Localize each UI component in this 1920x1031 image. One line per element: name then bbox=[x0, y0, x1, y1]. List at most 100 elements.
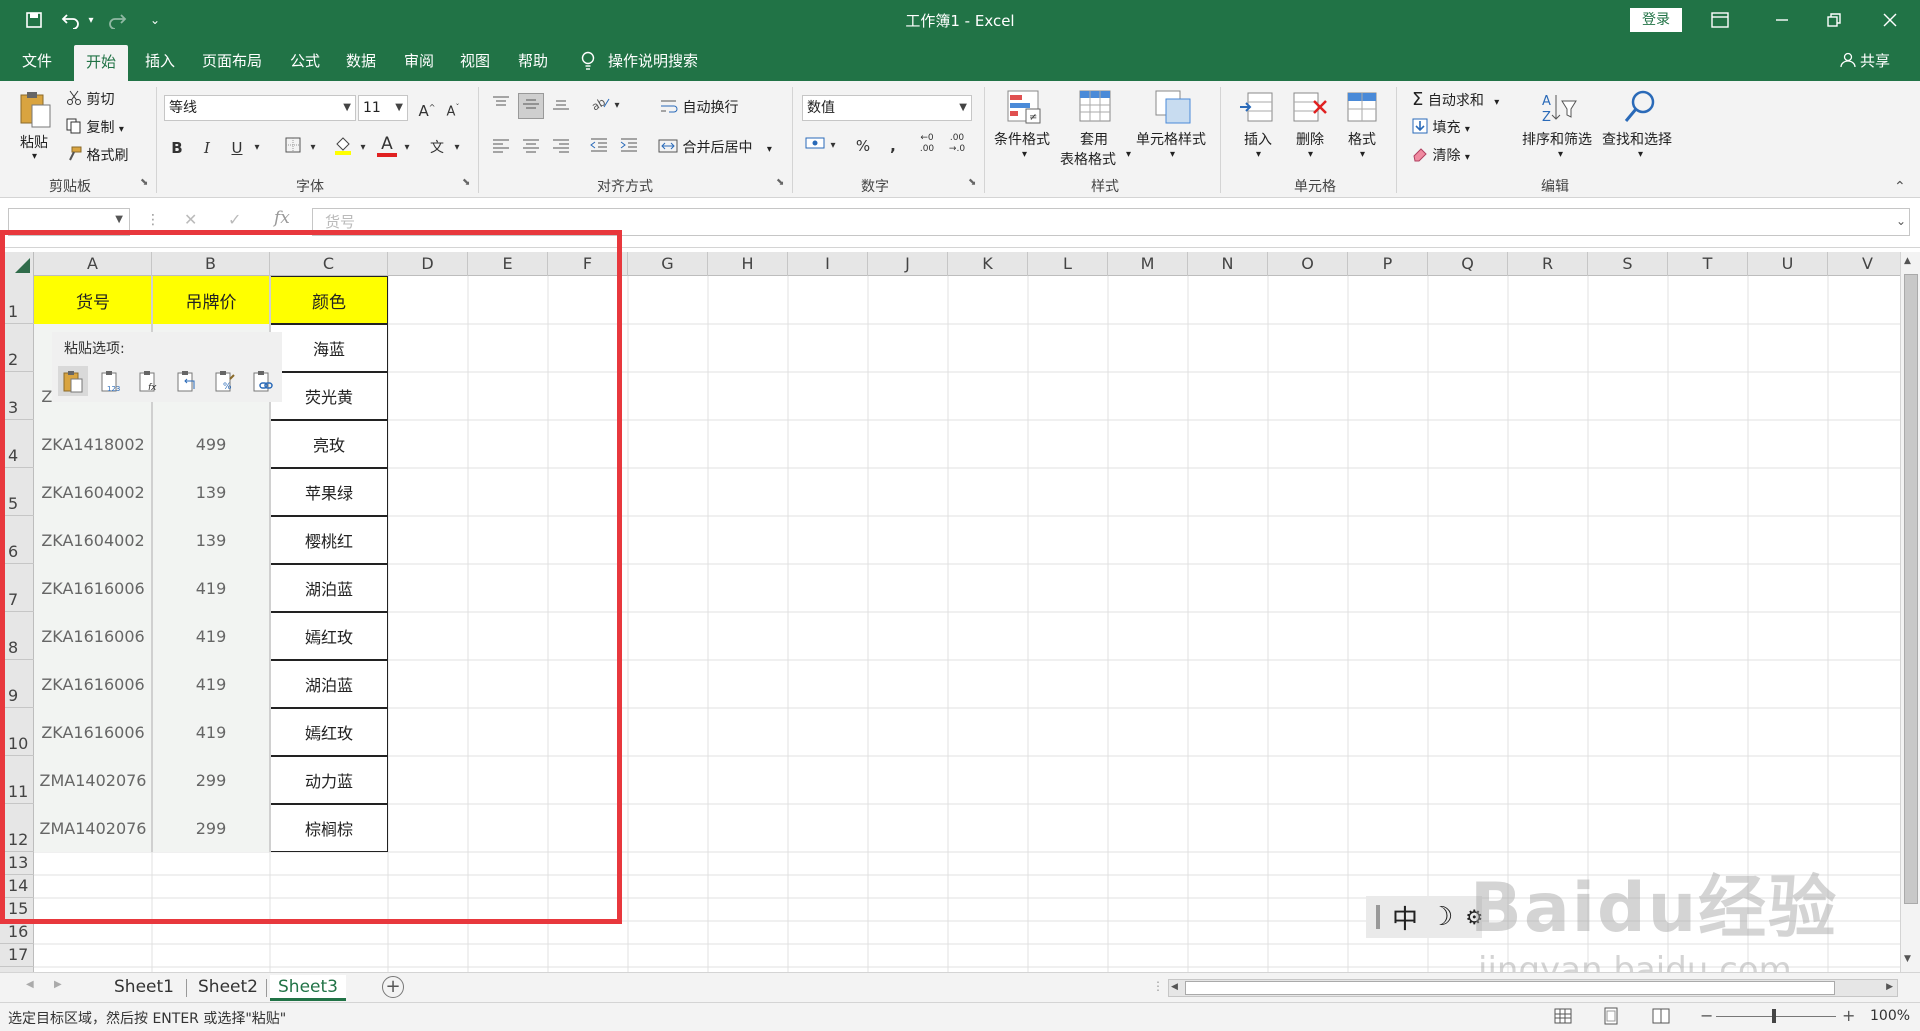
cell-styles-button[interactable]: 单元格样式 bbox=[1136, 129, 1206, 149]
prev-sheet-icon[interactable]: ◀ bbox=[26, 979, 34, 990]
sheet-tab-1[interactable]: Sheet1 bbox=[106, 975, 182, 1001]
zoom-slider-thumb[interactable] bbox=[1772, 1009, 1776, 1023]
fill-button[interactable]: 填充 ▾ bbox=[1412, 117, 1470, 138]
tab-page-layout[interactable]: 页面布局 bbox=[202, 50, 262, 72]
delete-cells-button[interactable]: 删除 bbox=[1296, 129, 1324, 149]
increase-indent-icon[interactable] bbox=[616, 135, 642, 161]
add-sheet-icon[interactable]: + bbox=[382, 976, 404, 998]
font-launcher-icon[interactable]: ⬊ bbox=[462, 177, 470, 188]
login-button[interactable]: 登录 bbox=[1630, 8, 1682, 32]
table-cell[interactable]: 海蓝 bbox=[270, 324, 388, 372]
scroll-up-icon[interactable]: ▲ bbox=[1904, 256, 1911, 266]
paste-transpose-icon[interactable] bbox=[172, 366, 202, 396]
zoom-in-icon[interactable]: + bbox=[1842, 1006, 1855, 1025]
font-size-select[interactable]: 11 ▼ bbox=[358, 95, 408, 121]
ime-mode-toggle[interactable]: 中 bbox=[1392, 899, 1418, 936]
table-cell[interactable]: 棕榈棕 bbox=[270, 804, 388, 852]
decrease-decimal-icon[interactable]: .00 →.0 bbox=[944, 133, 970, 159]
format-as-table-line1[interactable]: 套用 bbox=[1080, 129, 1108, 149]
number-format-select[interactable]: 数值 ▼ bbox=[802, 95, 972, 121]
table-cell[interactable]: ZKA1616006 bbox=[34, 708, 152, 756]
table-cell[interactable]: 299 bbox=[152, 756, 270, 804]
next-sheet-icon[interactable]: ▶ bbox=[54, 979, 62, 990]
name-box[interactable]: ▼ bbox=[8, 208, 130, 236]
insert-cells-button[interactable]: 插入 bbox=[1244, 129, 1272, 149]
close-icon[interactable] bbox=[1878, 8, 1902, 32]
format-dropdown-icon[interactable]: ▾ bbox=[1360, 149, 1365, 160]
autosum-dropdown-icon[interactable]: ▾ bbox=[1494, 97, 1499, 108]
vertical-scrollbar[interactable]: ▲ ▼ bbox=[1900, 252, 1920, 972]
collapse-ribbon-icon[interactable]: ⌃ bbox=[1894, 179, 1906, 195]
tab-help[interactable]: 帮助 bbox=[518, 50, 548, 72]
paste-formulas-icon[interactable]: fx bbox=[134, 366, 164, 396]
tab-view[interactable]: 视图 bbox=[460, 50, 490, 72]
header-cell[interactable]: 吊牌价 bbox=[152, 276, 270, 324]
alignment-launcher-icon[interactable]: ⬊ bbox=[776, 177, 784, 188]
paste-all-icon[interactable] bbox=[58, 366, 88, 396]
header-cell[interactable]: 颜色 bbox=[270, 276, 388, 324]
tab-splitter-icon[interactable]: ⋮ bbox=[1152, 979, 1164, 993]
table-cell[interactable]: 419 bbox=[152, 708, 270, 756]
conditional-format-button[interactable]: 条件格式 bbox=[994, 129, 1050, 149]
accounting-dropdown-icon[interactable]: ▾ bbox=[826, 133, 840, 159]
clear-button[interactable]: 清除 ▾ bbox=[1412, 145, 1470, 166]
format-as-table-dropdown-icon[interactable]: ▾ bbox=[1126, 149, 1131, 160]
gear-icon[interactable]: ⚙ bbox=[1465, 905, 1483, 929]
cell-styles-icon[interactable] bbox=[1154, 89, 1194, 129]
font-color-icon[interactable]: A bbox=[374, 131, 400, 157]
zoom-slider[interactable] bbox=[1716, 1016, 1836, 1017]
ribbon-display-options-icon[interactable] bbox=[1708, 8, 1732, 32]
header-cell[interactable]: 货号 bbox=[34, 276, 152, 324]
table-cell[interactable]: ZMA1402076 bbox=[34, 756, 152, 804]
align-middle-icon[interactable] bbox=[518, 93, 544, 119]
underline-icon[interactable]: U bbox=[224, 135, 250, 161]
merge-dropdown-icon[interactable]: ▾ bbox=[767, 144, 772, 155]
cut-button[interactable]: 剪切 bbox=[66, 89, 114, 110]
table-cell[interactable]: 139 bbox=[152, 516, 270, 564]
wrap-text-button[interactable]: 自动换行 bbox=[660, 97, 738, 118]
align-center-icon[interactable] bbox=[518, 135, 544, 161]
table-cell[interactable]: 299 bbox=[152, 804, 270, 852]
table-cell[interactable]: 湖泊蓝 bbox=[270, 564, 388, 612]
fill-color-icon[interactable] bbox=[330, 135, 356, 161]
moon-icon[interactable]: ☽ bbox=[1430, 902, 1453, 932]
format-as-table-icon[interactable] bbox=[1078, 89, 1114, 129]
table-cells[interactable]: 货号吊牌价颜色Z海蓝ZKA1418002399荧光黄ZKA1418002499亮… bbox=[0, 252, 1900, 972]
paste-link-icon[interactable] bbox=[248, 366, 278, 396]
autosum-button[interactable]: Σ 自动求和 ▾ bbox=[1412, 89, 1499, 110]
comma-style-icon[interactable]: , bbox=[880, 133, 906, 159]
copy-dropdown-icon[interactable]: ▾ bbox=[119, 124, 124, 135]
tell-me-search[interactable]: 操作说明搜索 bbox=[608, 50, 698, 71]
table-cell[interactable]: 419 bbox=[152, 612, 270, 660]
fill-dropdown-icon[interactable]: ▾ bbox=[1465, 124, 1470, 135]
table-cell[interactable]: ZKA1418002 bbox=[34, 420, 152, 468]
paste-button[interactable]: 粘贴 bbox=[20, 132, 48, 152]
paste-formatting-icon[interactable]: % bbox=[210, 366, 240, 396]
copy-button[interactable]: 复制 ▾ bbox=[66, 117, 124, 138]
insert-cells-icon[interactable] bbox=[1238, 89, 1274, 129]
format-as-table-line2[interactable]: 表格格式 bbox=[1060, 149, 1116, 169]
table-cell[interactable]: 亮玫 bbox=[270, 420, 388, 468]
scroll-right-icon[interactable]: ▶ bbox=[1886, 982, 1893, 992]
format-cells-button[interactable]: 格式 bbox=[1348, 129, 1376, 149]
tab-home[interactable]: 开始 bbox=[74, 45, 129, 81]
sheet-tab-2[interactable]: Sheet2 bbox=[190, 975, 266, 1001]
accounting-format-icon[interactable] bbox=[802, 133, 828, 159]
delete-dropdown-icon[interactable]: ▾ bbox=[1308, 149, 1313, 160]
table-cell[interactable]: ZKA1616006 bbox=[34, 612, 152, 660]
conditional-format-dropdown-icon[interactable]: ▾ bbox=[1022, 149, 1027, 160]
restore-icon[interactable] bbox=[1822, 8, 1846, 32]
table-cell[interactable]: ZKA1616006 bbox=[34, 660, 152, 708]
find-select-dropdown-icon[interactable]: ▾ bbox=[1638, 149, 1643, 160]
insert-function-icon[interactable]: fx bbox=[274, 208, 290, 228]
share-button[interactable]: 共享 bbox=[1860, 50, 1890, 71]
table-cell[interactable]: 499 bbox=[152, 420, 270, 468]
zoom-level[interactable]: 100% bbox=[1870, 1008, 1910, 1024]
borders-dropdown-icon[interactable]: ▾ bbox=[306, 135, 320, 161]
italic-icon[interactable]: I bbox=[194, 135, 220, 161]
borders-icon[interactable] bbox=[280, 135, 306, 161]
format-cells-icon[interactable] bbox=[1344, 89, 1380, 129]
conditional-format-icon[interactable]: ≠ bbox=[1006, 89, 1042, 129]
table-cell[interactable]: ZMA1402076 bbox=[34, 804, 152, 852]
normal-view-icon[interactable] bbox=[1554, 1007, 1572, 1029]
